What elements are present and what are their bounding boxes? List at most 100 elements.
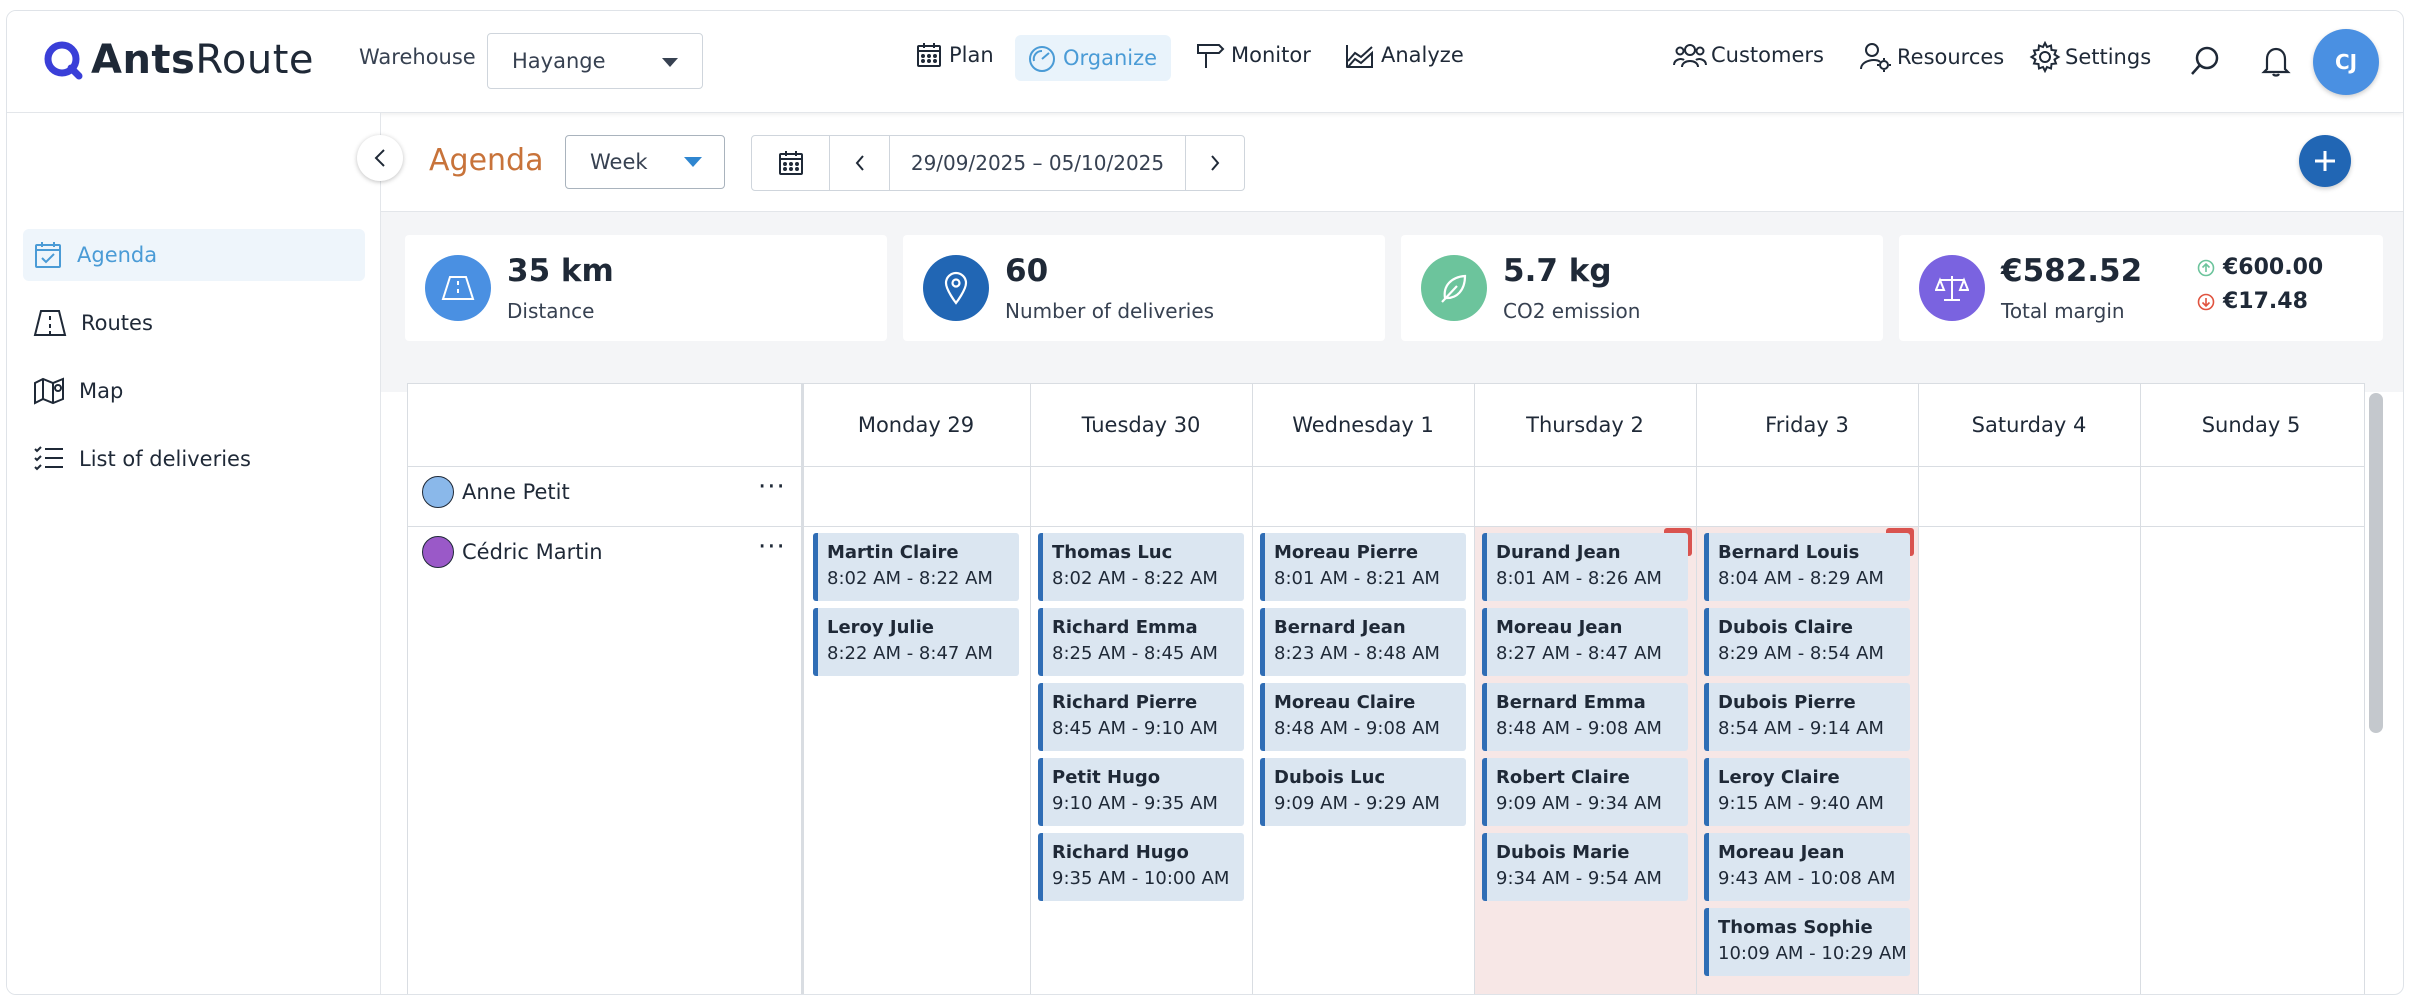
view-mode-select[interactable]: Week [565, 135, 725, 189]
chevron-left-icon [374, 149, 385, 167]
delivery-customer: Petit Hugo [1052, 767, 1161, 788]
stat-co2-value: 5.7 kg [1503, 253, 1612, 289]
date-navigator: 29/09/2025 – 05/10/2025 [751, 135, 1245, 191]
delivery-card[interactable]: Richard Hugo 9:35 AM - 10:00 AM [1038, 833, 1244, 901]
leaf-icon [1441, 274, 1467, 303]
add-button[interactable] [2299, 135, 2351, 187]
column-divider [2140, 384, 2141, 994]
nav-monitor[interactable]: Monitor [1195, 41, 1311, 69]
delivery-card[interactable]: Moreau Claire 8:48 AM - 9:08 AM [1260, 683, 1466, 751]
delivery-card[interactable]: Thomas Luc 8:02 AM - 8:22 AM [1038, 533, 1244, 601]
date-picker-button[interactable] [752, 136, 830, 190]
nav-customers[interactable]: Customers [1673, 41, 1824, 69]
delivery-customer: Moreau Pierre [1274, 542, 1419, 563]
collapse-sidebar-button[interactable] [357, 135, 403, 181]
sidebar-item-label: Agenda [77, 243, 158, 267]
delivery-card[interactable]: Moreau Pierre 8:01 AM - 8:21 AM [1260, 533, 1466, 601]
stat-distance-label: Distance [507, 299, 595, 323]
delivery-time: 8:27 AM - 8:47 AM [1496, 643, 1662, 664]
delivery-card[interactable]: Bernard Jean 8:23 AM - 8:48 AM [1260, 608, 1466, 676]
resource-color-dot [422, 476, 454, 508]
nav-resources[interactable]: Resources [1859, 41, 2004, 73]
delivery-card[interactable]: Bernard Louis 8:04 AM - 8:29 AM [1704, 533, 1910, 601]
nav-settings-label: Settings [2065, 45, 2152, 69]
delivery-customer: Dubois Claire [1718, 617, 1853, 638]
day-header: Friday 3 [1765, 413, 1849, 437]
stat-co2: 5.7 kg CO2 emission [1401, 235, 1883, 341]
logo[interactable]: AntsRoute [43, 37, 314, 83]
delivery-time: 8:45 AM - 9:10 AM [1052, 718, 1218, 739]
delivery-card[interactable]: Leroy Claire 9:15 AM - 9:40 AM [1704, 758, 1910, 826]
warehouse-select[interactable]: Hayange [487, 33, 703, 89]
page-title: Agenda [429, 143, 544, 178]
delivery-customer: Dubois Luc [1274, 767, 1386, 788]
signpost-icon [1197, 44, 1225, 68]
stat-deliveries-value: 60 [1005, 253, 1049, 289]
margin-up: €600.00 [2197, 255, 2323, 280]
nav-analyze[interactable]: Analyze [1345, 41, 1464, 69]
sidebar-item-agenda[interactable]: Agenda [23, 229, 365, 281]
users-icon [1673, 44, 1707, 68]
search-button[interactable] [2181, 37, 2229, 85]
delivery-card[interactable]: Dubois Luc 9:09 AM - 9:29 AM [1260, 758, 1466, 826]
delivery-card[interactable]: Leroy Julie 8:22 AM - 8:47 AM [813, 608, 1019, 676]
delivery-card[interactable]: Moreau Jean 9:43 AM - 10:08 AM [1704, 833, 1910, 901]
margin-up-value: €600.00 [2223, 255, 2324, 280]
delivery-card[interactable]: Petit Hugo 9:10 AM - 9:35 AM [1038, 758, 1244, 826]
day-header: Sunday 5 [2201, 413, 2301, 437]
more-options-icon[interactable]: ··· [758, 532, 786, 562]
gauge-icon [1029, 46, 1055, 72]
date-range: 29/09/2025 – 05/10/2025 [890, 136, 1186, 190]
delivery-card[interactable]: Dubois Claire 8:29 AM - 8:54 AM [1704, 608, 1910, 676]
sidebar-item-list-of-deliveries[interactable]: List of deliveries [23, 433, 365, 485]
sidebar-item-routes[interactable]: Routes [23, 297, 365, 349]
delivery-card[interactable]: Robert Claire 9:09 AM - 9:34 AM [1482, 758, 1688, 826]
delivery-card[interactable]: Richard Pierre 8:45 AM - 9:10 AM [1038, 683, 1244, 751]
avatar[interactable]: CJ [2313, 29, 2379, 95]
resource-name[interactable]: Cédric Martin [422, 536, 603, 568]
sidebar-item-map[interactable]: Map [23, 365, 365, 417]
delivery-customer: Dubois Pierre [1718, 692, 1856, 713]
delivery-card[interactable]: Durand Jean 8:01 AM - 8:26 AM [1482, 533, 1688, 601]
delivery-card[interactable]: Thomas Sophie 10:09 AM - 10:29 AM [1704, 908, 1910, 976]
agenda-calendar: Monday 29 Tuesday 30 Wednesday 1 Thursday 2… [407, 383, 2365, 994]
nav-resources-label: Resources [1897, 45, 2005, 69]
logo-text-bold: Ants [91, 37, 196, 83]
delivery-time: 8:25 AM - 8:45 AM [1052, 643, 1218, 664]
day-header: Wednesday 1 [1292, 413, 1434, 437]
delivery-card[interactable]: Martin Claire 8:02 AM - 8:22 AM [813, 533, 1019, 601]
day-header: Monday 29 [857, 413, 975, 437]
delivery-time: 9:34 AM - 9:54 AM [1496, 868, 1662, 889]
delivery-card[interactable]: Richard Emma 8:25 AM - 8:45 AM [1038, 608, 1244, 676]
delivery-customer: Thomas Luc [1052, 542, 1173, 563]
resource-name[interactable]: Anne Petit [422, 476, 570, 508]
delivery-customer: Moreau Jean [1496, 617, 1623, 638]
ants-logo-icon [44, 41, 83, 80]
delivery-customer: Richard Hugo [1052, 842, 1189, 863]
delivery-customer: Bernard Louis [1718, 542, 1860, 563]
previous-week-button[interactable] [830, 136, 890, 190]
stat-margin: €582.52 Total margin [1899, 235, 2383, 341]
road-icon [441, 276, 475, 300]
day-header: Thursday 2 [1526, 413, 1644, 437]
nav-organize-label: Organize [1063, 46, 1158, 70]
notifications-button[interactable] [2252, 37, 2300, 85]
delivery-card[interactable]: Dubois Pierre 8:54 AM - 9:14 AM [1704, 683, 1910, 751]
delivery-card[interactable]: Dubois Marie 9:34 AM - 9:54 AM [1482, 833, 1688, 901]
resource-label: Cédric Martin [462, 540, 603, 564]
vertical-scrollbar[interactable] [2369, 393, 2383, 733]
delivery-customer: Leroy Claire [1718, 767, 1840, 788]
stat-distance: 35 km Distance [405, 235, 887, 341]
delivery-time: 8:04 AM - 8:29 AM [1718, 568, 1884, 589]
delivery-card[interactable]: Bernard Emma 8:48 AM - 9:08 AM [1482, 683, 1688, 751]
chevron-down-icon [684, 157, 702, 167]
delivery-card[interactable]: Moreau Jean 8:27 AM - 8:47 AM [1482, 608, 1688, 676]
nav-plan[interactable]: Plan [915, 41, 994, 69]
next-week-button[interactable] [1186, 136, 1243, 190]
day-header: Tuesday 30 [1081, 413, 1201, 437]
more-options-icon[interactable]: ··· [758, 472, 786, 502]
delivery-customer: Moreau Jean [1718, 842, 1845, 863]
stat-margin-label: Total margin [2001, 299, 2125, 323]
nav-settings[interactable]: Settings [2029, 41, 2151, 73]
nav-organize[interactable]: Organize [1015, 35, 1172, 81]
